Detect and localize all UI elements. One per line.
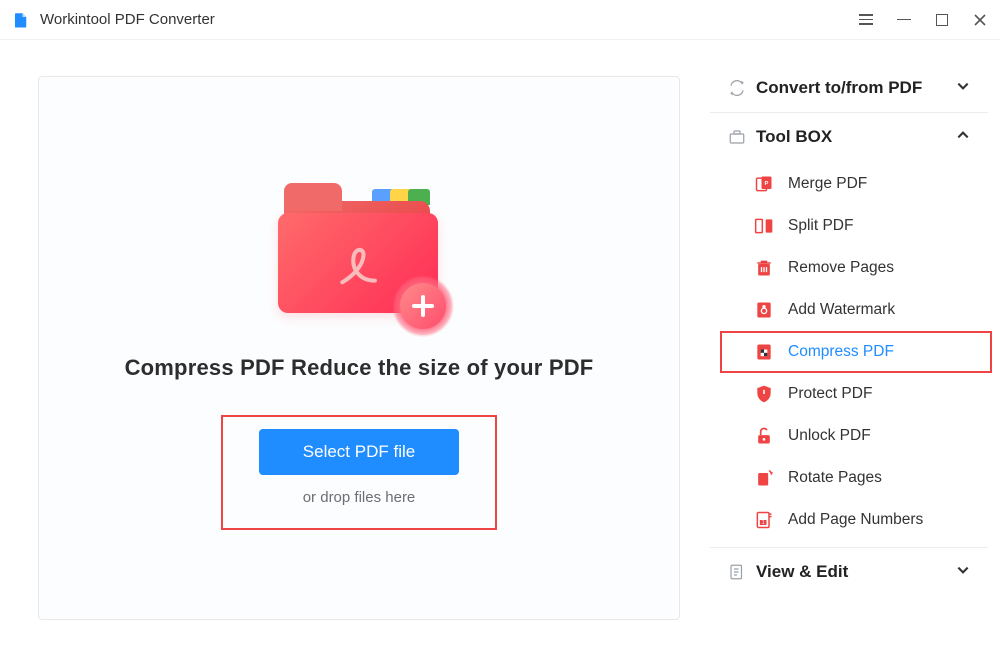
section-toolbox[interactable]: Tool BOX bbox=[710, 113, 988, 161]
main-panel: Compress PDF Reduce the size of your PDF… bbox=[0, 40, 710, 650]
tool-label: Compress PDF bbox=[788, 343, 894, 361]
rotate-pages-icon bbox=[754, 468, 774, 488]
tool-label: Add Watermark bbox=[788, 301, 895, 319]
tool-label: Add Page Numbers bbox=[788, 511, 923, 529]
titlebar: Workintool PDF Converter bbox=[0, 0, 1000, 40]
app-title: Workintool PDF Converter bbox=[40, 11, 215, 28]
tool-label: Protect PDF bbox=[788, 385, 872, 403]
pdf-swirl-icon bbox=[330, 239, 384, 293]
tool-rotate-pages[interactable]: Rotate Pages bbox=[710, 457, 988, 499]
minimize-button[interactable] bbox=[896, 12, 912, 28]
select-pdf-button[interactable]: Select PDF file bbox=[259, 429, 459, 475]
merge-pdf-icon: P bbox=[754, 174, 774, 194]
maximize-button[interactable] bbox=[934, 12, 950, 28]
compress-pdf-icon bbox=[754, 342, 774, 362]
tool-label: Split PDF bbox=[788, 217, 853, 235]
window-controls bbox=[858, 12, 988, 28]
page-heading: Compress PDF Reduce the size of your PDF bbox=[125, 355, 594, 381]
svg-text:P: P bbox=[765, 181, 769, 187]
tool-label: Merge PDF bbox=[788, 175, 867, 193]
tool-protect-pdf[interactable]: Protect PDF bbox=[710, 373, 988, 415]
select-file-callout: Select PDF file or drop files here bbox=[221, 415, 497, 530]
chevron-down-icon bbox=[956, 563, 970, 582]
section-convert-title: Convert to/from PDF bbox=[756, 78, 922, 98]
section-toolbox-title: Tool BOX bbox=[756, 127, 832, 147]
remove-pages-icon bbox=[754, 258, 774, 278]
close-button[interactable] bbox=[972, 12, 988, 28]
chevron-down-icon bbox=[956, 79, 970, 98]
toolbox-icon bbox=[728, 128, 746, 146]
view-edit-icon bbox=[728, 563, 746, 581]
tool-add-watermark[interactable]: Add Watermark bbox=[710, 289, 988, 331]
drop-hint-text: or drop files here bbox=[303, 489, 416, 506]
chevron-up-icon bbox=[956, 128, 970, 147]
add-file-plus-icon bbox=[392, 275, 454, 337]
toolbox-list: P Merge PDF Split PDF Remove Pages Add W… bbox=[710, 161, 988, 547]
tool-remove-pages[interactable]: Remove Pages bbox=[710, 247, 988, 289]
section-view-edit[interactable]: View & Edit bbox=[710, 548, 988, 596]
tool-unlock-pdf[interactable]: Unlock PDF bbox=[710, 415, 988, 457]
protect-pdf-icon bbox=[754, 384, 774, 404]
convert-icon bbox=[728, 79, 746, 97]
split-pdf-icon bbox=[754, 216, 774, 236]
folder-illustration bbox=[274, 187, 444, 327]
section-convert[interactable]: Convert to/from PDF bbox=[710, 64, 988, 112]
tool-split-pdf[interactable]: Split PDF bbox=[710, 205, 988, 247]
svg-text:1: 1 bbox=[762, 520, 765, 526]
unlock-pdf-icon bbox=[754, 426, 774, 446]
tool-label: Unlock PDF bbox=[788, 427, 871, 445]
hamburger-menu-icon[interactable] bbox=[858, 12, 874, 28]
tool-merge-pdf[interactable]: P Merge PDF bbox=[710, 163, 988, 205]
sidebar: Convert to/from PDF Tool BOX P Merge PDF bbox=[710, 40, 1000, 650]
add-page-numbers-icon: 1 bbox=[754, 510, 774, 530]
drop-zone[interactable]: Compress PDF Reduce the size of your PDF… bbox=[38, 76, 680, 620]
tool-label: Remove Pages bbox=[788, 259, 894, 277]
app-logo-icon bbox=[12, 11, 30, 29]
tool-add-page-numbers[interactable]: 1 Add Page Numbers bbox=[710, 499, 988, 541]
section-view-edit-title: View & Edit bbox=[756, 562, 848, 582]
tool-label: Rotate Pages bbox=[788, 469, 882, 487]
add-watermark-icon bbox=[754, 300, 774, 320]
tool-compress-pdf[interactable]: Compress PDF bbox=[710, 331, 988, 373]
